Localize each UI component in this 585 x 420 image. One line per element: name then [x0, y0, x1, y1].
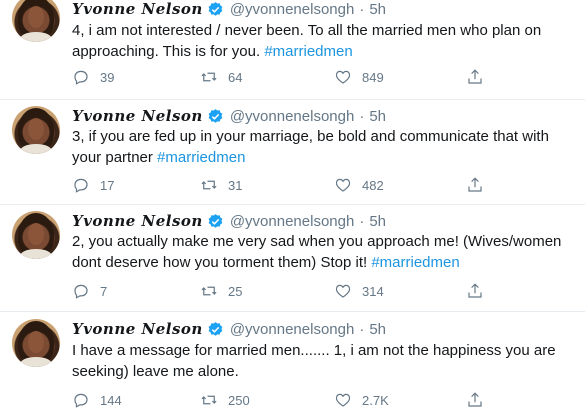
like-count: 2.7K [362, 392, 389, 408]
tweet-actions: 144 250 2.7K [72, 390, 502, 410]
share-icon [468, 283, 482, 298]
header-separator: · [359, 0, 365, 18]
share-button[interactable] [466, 175, 484, 195]
retweet-button[interactable]: 64 [200, 67, 242, 87]
hashtag-link[interactable]: #marriedmen [157, 149, 245, 166]
tweet-actions: 39 64 849 [72, 67, 502, 87]
like-count: 849 [362, 69, 384, 85]
tweet-header: Yvonne Nelson @yvonnenelsongh · 5h [72, 211, 386, 231]
author-avatar[interactable] [12, 319, 60, 367]
author-avatar[interactable] [12, 0, 60, 42]
tweet-text: 4, i am not interested / never been. To … [72, 20, 572, 62]
tweet-timestamp[interactable]: 5h [369, 213, 386, 230]
author-handle[interactable]: @yvonnenelsongh [230, 1, 354, 18]
share-button[interactable] [466, 67, 484, 87]
verified-badge-icon [208, 213, 223, 228]
heart-icon [335, 70, 351, 84]
retweet-icon [201, 286, 217, 296]
tweet-text-body: I have a message for married men....... … [72, 342, 556, 380]
like-button[interactable]: 2.7K [334, 390, 389, 410]
author-name[interactable]: Yvonne Nelson [72, 107, 203, 125]
tweet-text-body: 2, you actually make me very sad when yo… [72, 233, 562, 271]
verified-badge-icon [208, 321, 223, 336]
header-separator: · [359, 320, 365, 338]
share-button[interactable] [466, 281, 484, 301]
reply-icon [74, 284, 88, 299]
heart-icon [335, 178, 351, 192]
share-icon [468, 392, 482, 407]
heart-icon [335, 284, 351, 298]
reply-count: 7 [100, 283, 108, 299]
retweet-icon [201, 180, 217, 190]
tweet-timestamp[interactable]: 5h [369, 321, 386, 338]
tweet-text-body: 3, if you are fed up in your marriage, b… [72, 128, 549, 166]
tweet-card[interactable]: Yvonne Nelson @yvonnenelsongh · 5h I hav… [0, 312, 585, 420]
tweet-card[interactable]: Yvonne Nelson @yvonnenelsongh · 5h 2, yo… [0, 205, 585, 312]
reply-icon [74, 70, 88, 85]
verified-badge-icon [208, 108, 223, 123]
hashtag-link[interactable]: #marriedmen [264, 43, 352, 60]
tweet-text: I have a message for married men....... … [72, 340, 572, 382]
reply-icon [74, 178, 88, 193]
header-separator: · [359, 212, 365, 230]
like-button[interactable]: 314 [334, 281, 384, 301]
retweet-count: 250 [228, 392, 250, 408]
retweet-count: 31 [228, 177, 243, 193]
author-name[interactable]: Yvonne Nelson [72, 0, 203, 18]
retweet-count: 25 [228, 283, 243, 299]
author-handle[interactable]: @yvonnenelsongh [230, 321, 354, 338]
tweet-header: Yvonne Nelson @yvonnenelsongh · 5h [72, 319, 386, 339]
tweet-timestamp[interactable]: 5h [369, 1, 386, 18]
tweet-feed: Yvonne Nelson @yvonnenelsongh · 5h 4, i … [0, 0, 585, 420]
reply-button[interactable]: 17 [72, 175, 114, 195]
reply-button[interactable]: 39 [72, 67, 114, 87]
tweet-card[interactable]: Yvonne Nelson @yvonnenelsongh · 5h 4, i … [0, 0, 585, 100]
like-count: 314 [362, 283, 384, 299]
reply-button[interactable]: 144 [72, 390, 122, 410]
tweet-actions: 7 25 314 [72, 281, 502, 301]
hashtag-link[interactable]: #marriedmen [371, 254, 459, 271]
retweet-button[interactable]: 31 [200, 175, 242, 195]
reply-count: 17 [100, 177, 115, 193]
author-handle[interactable]: @yvonnenelsongh [230, 213, 354, 230]
tweet-header: Yvonne Nelson @yvonnenelsongh · 5h [72, 0, 386, 19]
reply-count: 39 [100, 69, 115, 85]
like-count: 482 [362, 177, 384, 193]
header-separator: · [359, 107, 365, 125]
heart-icon [335, 393, 351, 407]
author-name[interactable]: Yvonne Nelson [72, 320, 203, 338]
like-button[interactable]: 849 [334, 67, 384, 87]
author-name[interactable]: Yvonne Nelson [72, 212, 203, 230]
tweet-text: 3, if you are fed up in your marriage, b… [72, 126, 572, 168]
reply-button[interactable]: 7 [72, 281, 107, 301]
retweet-button[interactable]: 250 [200, 390, 250, 410]
retweet-count: 64 [228, 69, 243, 85]
reply-icon [74, 393, 88, 408]
verified-badge-icon [208, 1, 223, 16]
tweet-header: Yvonne Nelson @yvonnenelsongh · 5h [72, 106, 386, 126]
author-handle[interactable]: @yvonnenelsongh [230, 108, 354, 125]
share-icon [468, 177, 482, 192]
tweet-text: 2, you actually make me very sad when yo… [72, 231, 572, 273]
tweet-card[interactable]: Yvonne Nelson @yvonnenelsongh · 5h 3, if… [0, 100, 585, 205]
retweet-button[interactable]: 25 [200, 281, 242, 301]
share-button[interactable] [466, 390, 484, 410]
reply-count: 144 [100, 392, 122, 408]
tweet-timestamp[interactable]: 5h [369, 108, 386, 125]
author-avatar[interactable] [12, 211, 60, 259]
retweet-icon [201, 395, 217, 405]
author-avatar[interactable] [12, 106, 60, 154]
tweet-actions: 17 31 482 [72, 175, 502, 195]
retweet-icon [201, 72, 217, 82]
share-icon [468, 69, 482, 84]
like-button[interactable]: 482 [334, 175, 384, 195]
